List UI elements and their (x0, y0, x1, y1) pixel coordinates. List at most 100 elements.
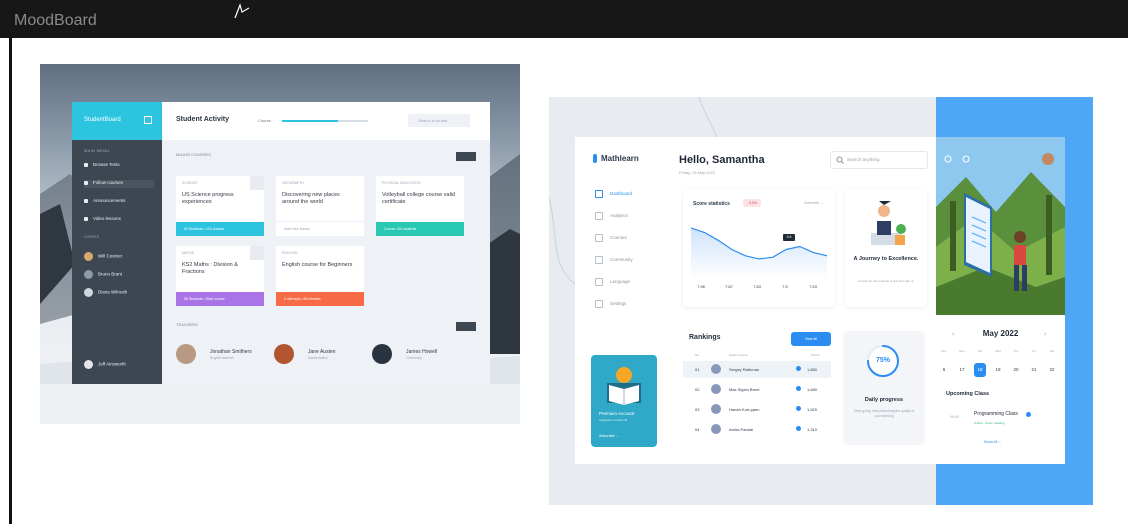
sidebar-user[interactable]: Will Costner (84, 252, 154, 262)
class-name[interactable]: Programming Class (974, 411, 1018, 417)
right-panel: ‹ May 2022 › Sun Mon Tue Wed Thu Fri Sat 6 17 18… (936, 137, 1065, 464)
nav-language[interactable]: Language (595, 278, 665, 288)
search-placeholder: Search a course (418, 118, 448, 123)
language-icon (595, 278, 603, 286)
table-row[interactable]: 01 Sergey Rathman 1,880 (683, 361, 831, 378)
calendar-date[interactable]: 17 (956, 363, 968, 377)
card-action-button[interactable]: 58 Students • Start course (176, 292, 264, 306)
sidebar-footer-user[interactable]: Jeff Ainsworth (84, 360, 154, 370)
card-action-label: 58 Students • Start course (184, 297, 225, 301)
nav-community[interactable]: Community (595, 256, 665, 266)
rank-number: 01 (695, 367, 700, 372)
user-name: Will Costner (98, 253, 123, 259)
card-action-button[interactable]: Course 120 students (376, 222, 464, 236)
teacher-item[interactable]: Jonathan Smithers English teacher (176, 342, 274, 368)
sidebar: Mathlearn Dashboard Analytics Courses Co… (575, 137, 667, 324)
calendar-weekday: Tue (977, 349, 983, 353)
sidebar-user[interactable]: Diana Wilmoth (84, 288, 154, 298)
mathlearn-dashboard: Mathlearn Dashboard Analytics Courses Co… (575, 137, 1065, 464)
nav-analytics[interactable]: Analytics (595, 212, 665, 222)
card-category: GEOGRAPHY (282, 181, 305, 185)
calendar-date[interactable]: 6 (938, 363, 950, 377)
logo-text: Mathlearn (601, 154, 639, 163)
calendar-weekday: Fri (1032, 349, 1036, 353)
student-name: Sergey Rathman (729, 367, 760, 372)
show-all-link[interactable]: Show All ⌄ (984, 440, 1001, 444)
date-text: Friday, 13 May 2022 (679, 170, 716, 175)
course-card-geography[interactable]: GEOGRAPHY Discovering new places around … (276, 176, 364, 236)
sidebar-item-announcements[interactable]: Announcements (84, 198, 154, 206)
teacher-subject: Mathematics (308, 356, 328, 360)
user-name: Diana Wilmoth (98, 289, 128, 295)
column-header: Student Name (729, 353, 749, 357)
pager-buttons[interactable] (456, 152, 476, 161)
search-placeholder: Search anything (847, 157, 880, 162)
teacher-name: Jane Austen (308, 349, 336, 355)
points-value: 1,680 (806, 387, 817, 392)
main-panel: Student Activity Course Search a course … (162, 102, 490, 384)
calendar-date[interactable]: 21 (1028, 363, 1040, 377)
chart-tooltip: 5.6 (783, 234, 795, 241)
rank-number: 02 (695, 387, 700, 392)
table-row[interactable]: 04 Amira Pandai 1,310 (683, 421, 831, 438)
calendar-date[interactable]: 20 (1010, 363, 1022, 377)
search-input[interactable]: Search a course (408, 114, 470, 127)
status-badge: - 5.5% (743, 199, 762, 207)
calendar-weekday: Thu (1013, 349, 1019, 353)
table-row[interactable]: 02 Max Sigelo Brent 1,680 (683, 381, 831, 398)
calendar-date[interactable]: 18 (974, 363, 986, 377)
table-row[interactable]: 03 Hanah Kurt-ppen 1,520 (683, 401, 831, 418)
nav-courses[interactable]: Courses (595, 234, 665, 244)
course-card-physical-education[interactable]: PHYSICAL EDUCATION Volleyball college co… (376, 176, 464, 236)
chart-value-label: 7.53 (809, 284, 817, 289)
daily-text: Keep going, keep improving the quality o… (853, 409, 915, 418)
sidebar-item-browse-tests[interactable]: Browse Tests (84, 162, 154, 170)
card-action-button[interactable]: 59 Students • 120 classes (176, 222, 264, 236)
view-all-button[interactable]: View All (791, 332, 831, 346)
points-value: 1,880 (806, 367, 817, 372)
card-title: US Science progress experiences (182, 192, 234, 205)
sidebar-item-follow-courses[interactable]: Follow courses (84, 180, 154, 188)
column-header: No. (695, 353, 700, 357)
moodboard-image-student-activity[interactable]: StudentBoard MAIN MENU Browse Tests Foll… (40, 64, 520, 424)
course-card-science[interactable]: SCIENCE US Science progress experiences … (176, 176, 264, 236)
class-subtitle: Online · Zoom meeting (974, 421, 1005, 425)
calendar-date[interactable]: 19 (992, 363, 1004, 377)
card-action-button[interactable]: Start new lesson (276, 221, 364, 236)
teacher-item[interactable]: Jane Austen Mathematics (274, 342, 372, 368)
calendar-next-icon[interactable]: › (1044, 331, 1046, 338)
class-time: 09:00 (950, 415, 959, 419)
teacher-name: James Howell (406, 349, 438, 355)
user-name: Jeff Ainsworth (98, 361, 126, 367)
sidebar-user[interactable]: Bruno Brant (84, 270, 154, 280)
app-logo: Mathlearn (593, 154, 639, 164)
rank-number: 03 (695, 407, 700, 412)
calendar-date[interactable]: 22 (1046, 363, 1058, 377)
course-card-maths[interactable]: MATHS KS2 Maths : Division & Fractions 5… (176, 246, 264, 306)
semester-dropdown[interactable]: Semester ⌄ (804, 201, 823, 205)
search-input[interactable]: Search anything (830, 151, 928, 169)
menu-icon[interactable] (144, 116, 152, 124)
card-title: Rankings (689, 334, 721, 341)
nav-settings[interactable]: Settings (595, 300, 665, 310)
card-title: Discovering new places around the world (282, 192, 340, 205)
points-dot (796, 426, 801, 431)
card-category: ENGLISH (282, 251, 298, 255)
grid-icon (84, 162, 88, 167)
courses-section-label: MAJOR COURSES (176, 152, 211, 157)
subscribe-link[interactable]: Subscribe → (599, 434, 619, 438)
teacher-name: Jonathan Smithers (210, 349, 252, 355)
courses-icon (595, 234, 603, 242)
canvas-edge (9, 38, 12, 524)
sidebar-item-video-lessons[interactable]: Video lessons (84, 216, 154, 224)
pager-buttons[interactable] (456, 322, 476, 331)
users-section-label: USERS (84, 234, 100, 239)
class-status-dot (1026, 412, 1031, 417)
avatar (84, 252, 93, 261)
premium-card[interactable]: Premium Account Upgrade to unlock all Su… (591, 355, 657, 447)
nav-dashboard[interactable]: Dashboard (595, 190, 665, 200)
course-card-english[interactable]: ENGLISH English course for Beginners 2 a… (276, 246, 364, 306)
user-name: Bruno Brant (98, 271, 123, 277)
teacher-item[interactable]: James Howell Chemistry (372, 342, 470, 368)
card-action-button[interactable]: 2 attempts • 85 minutes (276, 292, 364, 306)
